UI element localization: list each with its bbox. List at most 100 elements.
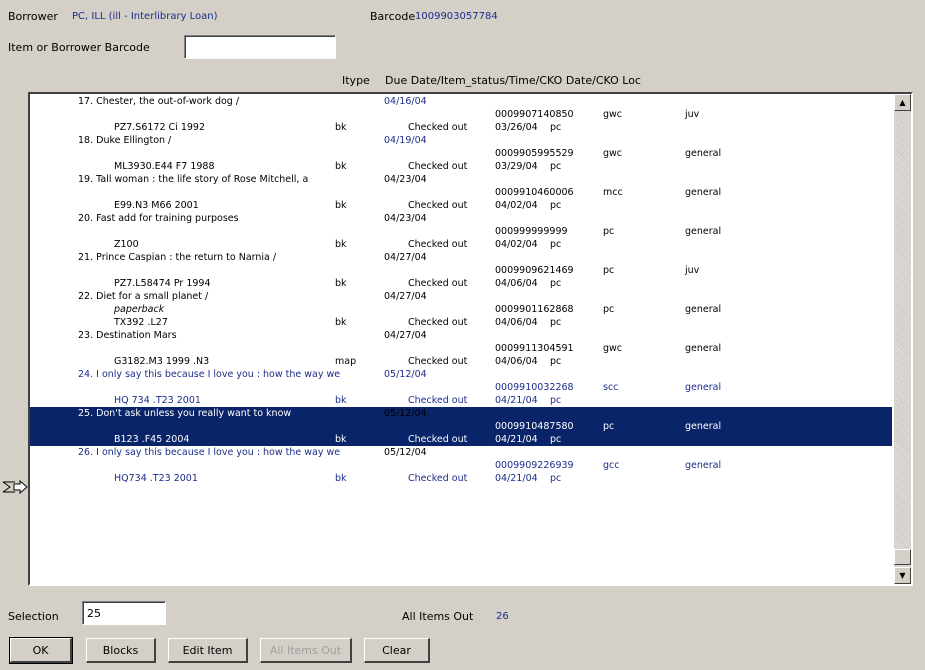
item-cko-location: pc [550,434,562,445]
item-title: 26. I only say this because I love you :… [78,447,341,458]
list-item-status-row[interactable]: B123 .F45 2004 bk Checked out 04/21/04 pc [30,433,892,446]
list-item-title-row[interactable]: 23. Destination Mars 04/27/04 [30,329,892,342]
item-itype: bk [335,395,347,406]
list-item-status-row[interactable]: PZ7.L58474 Pr 1994 bk Checked out 04/06/04 p… [30,277,892,290]
list-item-title-row[interactable]: 18. Duke Ellington / 04/19/04 [30,134,892,147]
list-item-status-row[interactable]: G3182.M3 1999 .N3 map Checked out 04/06/04 p… [30,355,892,368]
list-item-status-row[interactable]: Z100 bk Checked out 04/02/04 pc [30,238,892,251]
item-collection: general [685,187,722,198]
item-cko-location: pc [550,395,562,406]
item-call-number: Z100 [114,239,139,250]
item-status: Checked out [408,278,468,289]
selection-pointer-icon [2,480,28,494]
item-collection: general [685,460,722,471]
item-due-date: 05/12/04 [384,447,427,458]
item-title: 24. I only say this because I love you :… [78,369,341,380]
scroll-thumb[interactable] [894,549,911,565]
list-item-barcode-row[interactable]: 0009911304591 gwc general [30,342,892,355]
ok-button[interactable]: OK [9,637,73,664]
item-collection: general [685,382,722,393]
list-item-title-row[interactable]: 25. Don't ask unless you really want to … [30,407,892,420]
item-barcode: 0009911304591 [495,343,574,354]
item-barcode: 0009910032268 [495,382,574,393]
list-item-barcode-row[interactable]: 0009910487580 pc general [30,420,892,433]
all-items-out-button[interactable]: All Items Out [260,638,352,663]
item-location: gwc [603,109,623,120]
item-call-number: ML3930.E44 F7 1988 [114,161,215,172]
selection-label: Selection [8,610,59,623]
item-status: Checked out [408,200,468,211]
item-due-date: 04/27/04 [384,252,427,263]
all-items-out-label: All Items Out [402,610,474,623]
list-item-title-row[interactable]: 17. Chester, the out-of-work dog / 04/16/… [30,95,892,108]
barcode-value: 1009903057784 [415,11,498,22]
item-cko-date: 04/21/04 [495,434,538,445]
item-location: gcc [603,460,620,471]
list-item-status-row[interactable]: ML3930.E44 F7 1988 bk Checked out 03/29/04 p… [30,160,892,173]
item-note: paperback [114,304,165,315]
item-location: pc [603,226,615,237]
list-item-title-row[interactable]: 22. Diet for a small planet / 04/27/04 [30,290,892,303]
list-item-title-row[interactable]: 24. I only say this because I love you :… [30,368,892,381]
item-barcode: 0009910460006 [495,187,574,198]
list-item-barcode-row[interactable]: 0009907140850 gwc juv [30,108,892,121]
items-out-rows: 17. Chester, the out-of-work dog / 04/16/… [30,94,892,584]
item-barcode: 000999999999 [495,226,568,237]
list-item-status-row[interactable]: HQ 734 .T23 2001 bk Checked out 04/21/04 pc [30,394,892,407]
item-status: Checked out [408,473,468,484]
item-itype: bk [335,317,347,328]
item-barcode: 0009901162868 [495,304,574,315]
item-cko-location: pc [550,356,562,367]
list-item-title-row[interactable]: 21. Prince Caspian : the return to Narni… [30,251,892,264]
item-call-number: PZ7.L58474 Pr 1994 [114,278,211,289]
item-collection: general [685,304,722,315]
item-itype: bk [335,200,347,211]
item-barcode: 0009909621469 [495,265,574,276]
list-item-status-row[interactable]: PZ7.S6172 Ci 1992 bk Checked out 03/26/04 pc [30,121,892,134]
item-due-date: 04/27/04 [384,330,427,341]
vertical-scrollbar[interactable]: ▲ ▼ [894,94,911,584]
list-item-barcode-row[interactable]: 0009910460006 mcc general [30,186,892,199]
items-out-list[interactable]: 17. Chester, the out-of-work dog / 04/16/… [28,92,913,586]
list-item-barcode-row[interactable]: 0009910032268 scc general [30,381,892,394]
item-call-number: PZ7.S6172 Ci 1992 [114,122,205,133]
list-item-title-row[interactable]: 20. Fast add for training purposes 04/23/… [30,212,892,225]
item-title: 20. Fast add for training purposes [78,213,239,224]
item-cko-location: pc [550,161,562,172]
clear-button[interactable]: Clear [364,638,430,663]
item-status: Checked out [408,434,468,445]
item-location: mcc [603,187,623,198]
item-title: 22. Diet for a small planet / [78,291,209,302]
item-due-date: 04/19/04 [384,135,427,146]
selection-input[interactable] [82,601,166,625]
list-item-barcode-row[interactable]: 0009909621469 pc juv [30,264,892,277]
list-item-barcode-row[interactable]: paperback 0009901162868 pc general [30,303,892,316]
item-cko-date: 03/26/04 [495,122,538,133]
list-item-barcode-row[interactable]: 000999999999 pc general [30,225,892,238]
list-item-barcode-row[interactable]: 0009905995529 gwc general [30,147,892,160]
item-barcode-input[interactable] [184,35,336,59]
item-due-date: 04/16/04 [384,96,427,107]
arrow-up-icon[interactable]: ▲ [894,94,911,111]
list-item-title-row[interactable]: 19. Tall woman : the life story of Rose … [30,173,892,186]
item-due-date: 05/12/04 [384,369,427,380]
item-itype: bk [335,161,347,172]
list-item-title-row[interactable]: 26. I only say this because I love you :… [30,446,892,459]
list-item-status-row[interactable]: E99.N3 M66 2001 bk Checked out 04/02/04 pc [30,199,892,212]
list-item-status-row[interactable]: HQ734 .T23 2001 bk Checked out 04/21/04 pc [30,472,892,485]
list-item-barcode-row[interactable]: 0009909226939 gcc general [30,459,892,472]
item-collection: general [685,148,722,159]
arrow-down-icon[interactable]: ▼ [894,567,911,584]
item-call-number: G3182.M3 1999 .N3 [114,356,210,367]
borrower-value: PC, ILL (ill - Interlibrary Loan) [72,11,218,22]
item-location: pc [603,265,615,276]
list-item-status-row[interactable]: TX392 .L27 bk Checked out 04/06/04 pc [30,316,892,329]
borrower-label: Borrower [8,10,58,23]
item-call-number: HQ 734 .T23 2001 [114,395,201,406]
item-location: pc [603,421,615,432]
item-cko-date: 04/21/04 [495,395,538,406]
edit-item-button[interactable]: Edit Item [168,638,248,663]
item-barcode: 0009909226939 [495,460,574,471]
blocks-button[interactable]: Blocks [86,638,156,663]
item-title: 19. Tall woman : the life story of Rose … [78,174,309,185]
